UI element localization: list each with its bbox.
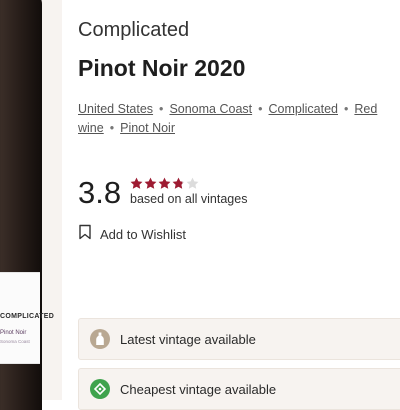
rating-caption: based on all vintages xyxy=(130,192,248,206)
breadcrumb-winery[interactable]: Complicated xyxy=(269,102,338,116)
rating-stars xyxy=(130,177,199,191)
breadcrumb-grape[interactable]: Pinot Noir xyxy=(120,121,175,135)
breadcrumb-separator: • xyxy=(109,121,115,135)
winery-name-link[interactable]: Complicated xyxy=(78,19,189,42)
bottle-image-panel: COMPLICATED Pinot Noir Sonoma Coast xyxy=(0,0,62,410)
price-tag-icon xyxy=(90,379,110,399)
rating-star xyxy=(130,177,143,190)
cheapest-vintage-option[interactable]: Cheapest vintage available xyxy=(78,368,400,410)
breadcrumb: United States • Sonoma Coast • Complicated • R… xyxy=(78,100,400,138)
breadcrumb-country[interactable]: United States xyxy=(78,102,153,116)
bottle-label-region: Sonoma Coast xyxy=(0,339,30,344)
rating-star xyxy=(144,177,157,190)
rating-score: 3.8 xyxy=(78,175,122,210)
wine-title: Pinot Noir 2020 xyxy=(78,55,246,81)
breadcrumb-separator: • xyxy=(344,102,349,116)
cheapest-vintage-label: Cheapest vintage available xyxy=(120,381,277,397)
add-to-wishlist-button[interactable]: Add to Wishlist xyxy=(78,224,186,244)
bookmark-icon xyxy=(78,224,92,245)
latest-vintage-label: Latest vintage available xyxy=(120,331,256,347)
rating-star xyxy=(158,177,171,190)
breadcrumb-separator: • xyxy=(258,102,263,116)
breadcrumb-separator: • xyxy=(159,102,164,116)
add-to-wishlist-label: Add to Wishlist xyxy=(100,226,186,242)
breadcrumb-region[interactable]: Sonoma Coast xyxy=(169,102,252,116)
latest-vintage-option[interactable]: Latest vintage available xyxy=(78,318,400,360)
bottle-icon xyxy=(90,329,110,349)
bottle-label: COMPLICATED Pinot Noir Sonoma Coast xyxy=(0,272,54,364)
bottle-label-variety: Pinot Noir xyxy=(0,330,27,336)
rating-star xyxy=(186,177,199,190)
rating-star xyxy=(172,177,185,190)
bottle-label-brand: COMPLICATED xyxy=(0,313,55,320)
